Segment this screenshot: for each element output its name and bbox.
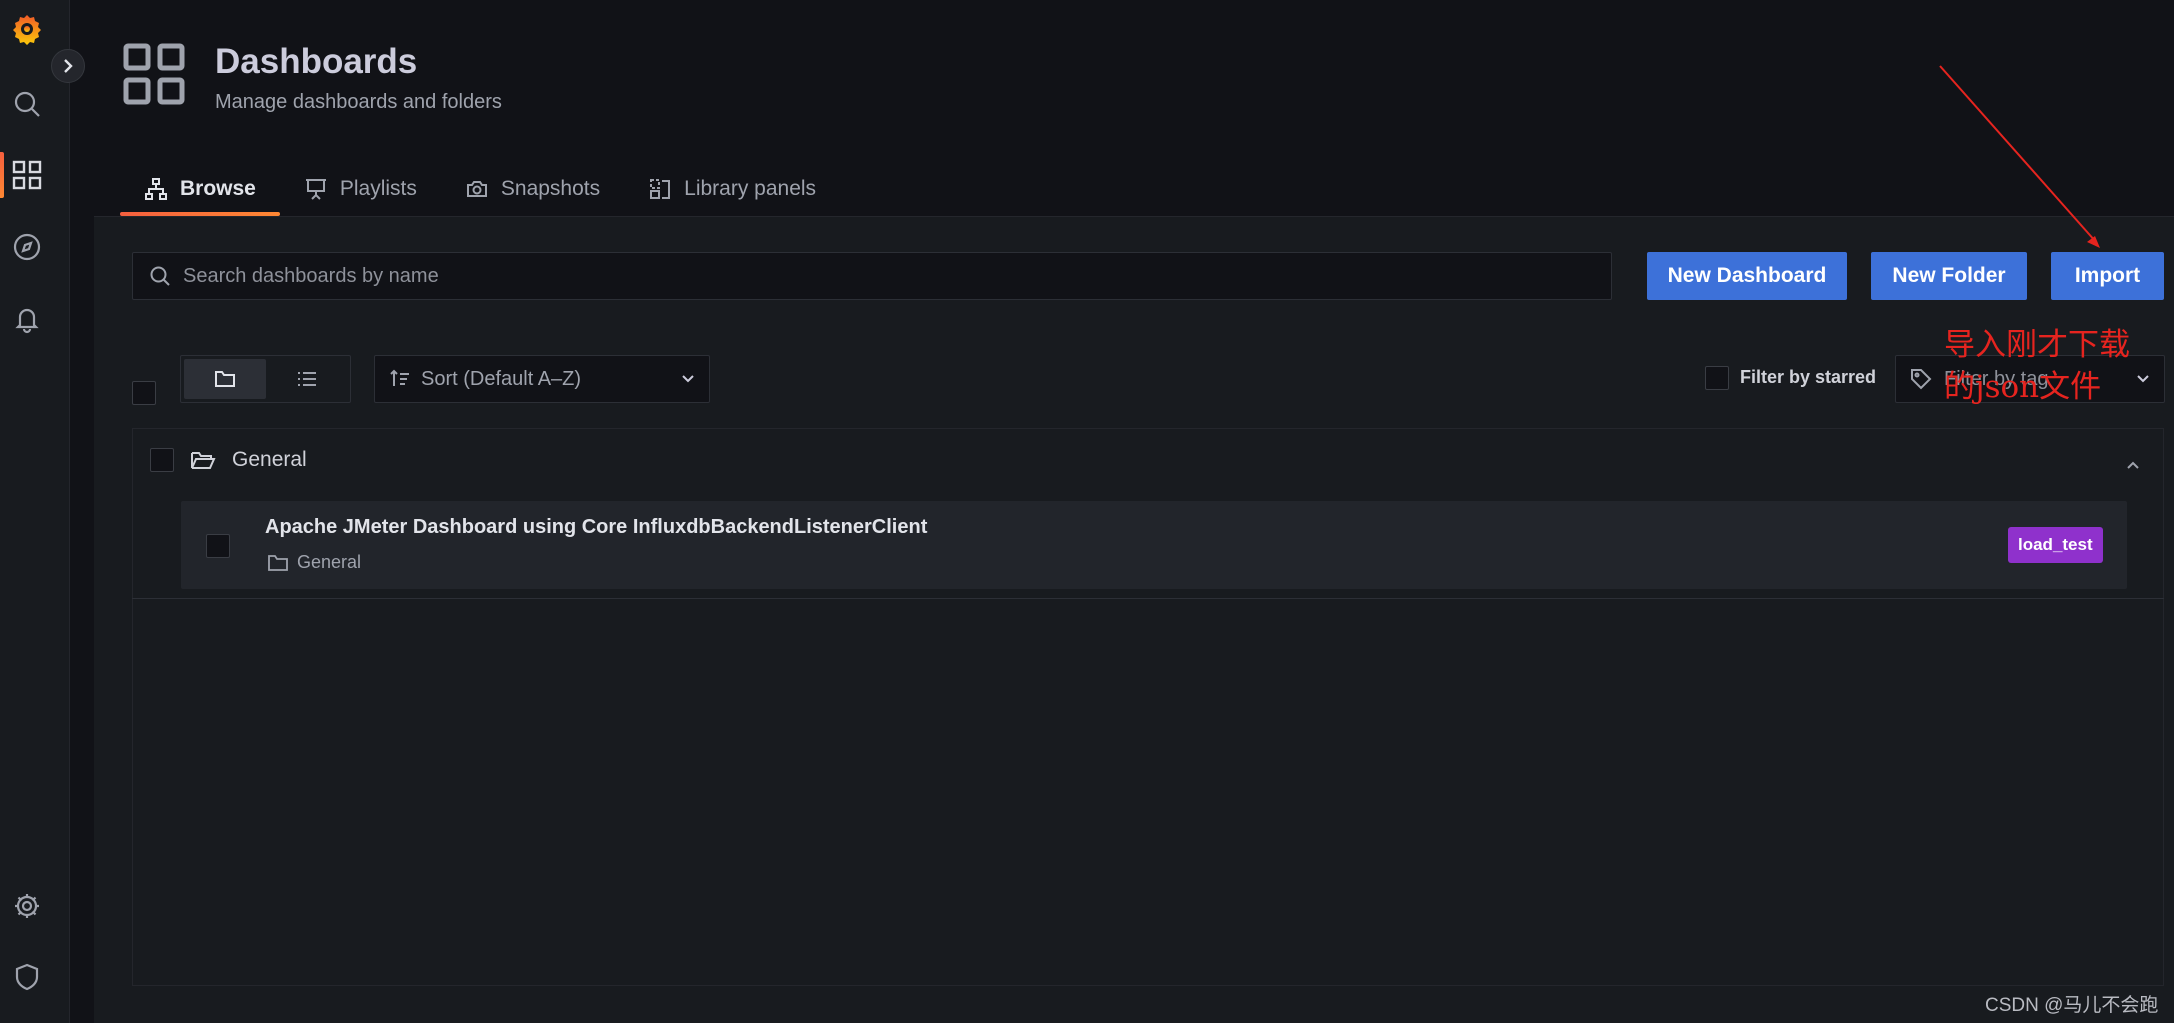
dashboards-header-icon xyxy=(122,42,186,106)
dashboards-grid-icon[interactable] xyxy=(8,156,46,194)
dashboard-folder: General xyxy=(267,552,361,573)
search-input[interactable] xyxy=(183,264,1583,288)
sort-label: Sort (Default A–Z) xyxy=(421,367,582,390)
library-panels-icon xyxy=(650,179,671,199)
page-title: Dashboards xyxy=(215,42,418,81)
list-item[interactable] xyxy=(181,501,2127,589)
page-subtitle: Manage dashboards and folders xyxy=(215,91,502,113)
sitemap-icon xyxy=(145,178,167,200)
filter-starred-label: Filter by starred xyxy=(1740,367,1877,387)
import-button[interactable]: Import xyxy=(2051,252,2164,300)
folder-name: General xyxy=(232,448,307,471)
tab-browse[interactable]: Browse xyxy=(120,162,280,216)
tab-bar: Browse Playlists Snapshots Library panel… xyxy=(120,162,840,216)
folder-checkbox[interactable] xyxy=(150,448,174,472)
tab-playlists[interactable]: Playlists xyxy=(280,162,441,216)
folder-view-button[interactable] xyxy=(184,359,266,399)
sort-select[interactable]: Sort (Default A–Z) xyxy=(374,355,710,403)
annotation-text: 导入刚才下载的json文件 xyxy=(1944,327,2130,405)
chevron-up-icon[interactable] xyxy=(2125,460,2141,470)
bell-icon[interactable] xyxy=(8,300,46,338)
chevron-right-icon xyxy=(64,59,73,73)
annotation-arrow xyxy=(1939,65,2100,248)
grafana-logo-icon[interactable] xyxy=(8,10,46,48)
sort-icon xyxy=(390,369,409,386)
tag-badge[interactable]: load_test xyxy=(2008,527,2103,563)
search-box xyxy=(132,252,1612,300)
compass-icon[interactable] xyxy=(8,228,46,266)
dashboard-folder-name: General xyxy=(297,552,362,572)
camera-icon xyxy=(466,181,487,197)
new-folder-button[interactable]: New Folder xyxy=(1871,252,2027,300)
tab-label: Browse xyxy=(180,177,256,200)
folder-open-icon xyxy=(191,452,216,469)
filter-starred-checkbox[interactable] xyxy=(1705,366,1729,390)
view-toggle xyxy=(180,355,351,403)
folder-icon xyxy=(268,554,288,571)
list-icon xyxy=(298,372,316,386)
select-all-checkbox[interactable] xyxy=(132,381,156,405)
search-icon[interactable] xyxy=(8,85,46,123)
tab-library-panels[interactable]: Library panels xyxy=(624,162,840,216)
dashboard-checkbox[interactable] xyxy=(206,534,230,558)
tab-snapshots[interactable]: Snapshots xyxy=(441,162,624,216)
tab-label: Snapshots xyxy=(500,177,601,200)
folder-icon xyxy=(215,371,235,387)
tag-icon xyxy=(1911,369,1932,390)
gear-icon[interactable] xyxy=(8,887,46,925)
dashboard-title[interactable]: Apache JMeter Dashboard using Core Influ… xyxy=(265,516,927,539)
tab-label: Library panels xyxy=(684,177,817,200)
shield-icon[interactable] xyxy=(8,958,46,996)
presentation-icon xyxy=(305,179,326,200)
search-icon xyxy=(150,266,170,286)
folder-row-general[interactable]: General xyxy=(150,448,307,472)
list-divider xyxy=(132,598,2164,599)
sidebar-expand-button[interactable] xyxy=(51,49,85,83)
list-view-button[interactable] xyxy=(266,359,348,399)
chevron-down-icon xyxy=(2137,375,2149,383)
tab-label: Playlists xyxy=(339,177,417,200)
chevron-down-icon xyxy=(682,375,694,383)
sidebar xyxy=(0,0,70,1023)
new-dashboard-button[interactable]: New Dashboard xyxy=(1647,252,1847,300)
active-indicator xyxy=(0,152,4,198)
watermark: CSDN @马儿不会跑 xyxy=(1985,995,2159,1016)
